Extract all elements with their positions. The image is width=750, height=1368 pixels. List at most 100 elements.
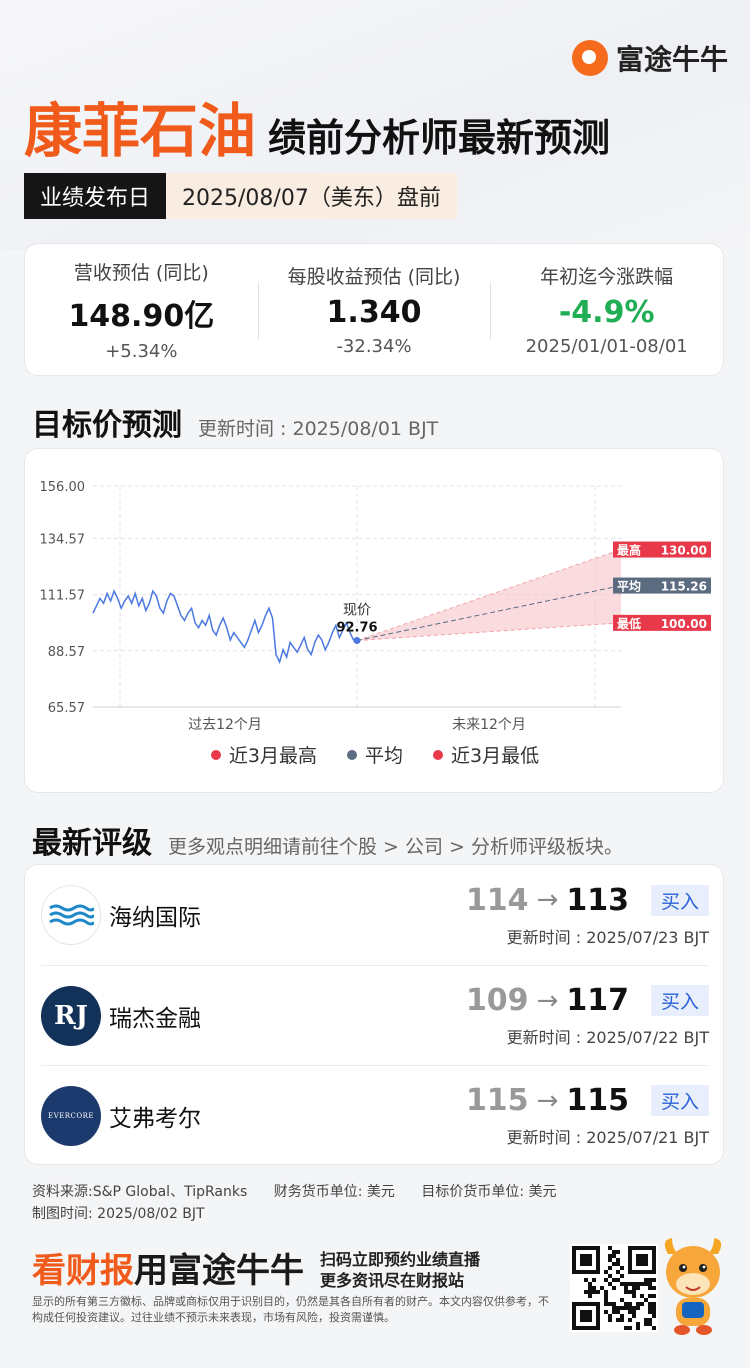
current-price-dot xyxy=(353,637,361,645)
qr-module xyxy=(644,1278,648,1282)
x-label-future: 未来12个月 xyxy=(452,717,526,733)
promo-orange: 看财报 xyxy=(32,1251,134,1291)
qr-module xyxy=(632,1286,636,1290)
qr-module xyxy=(632,1310,636,1314)
target-change: 115 → 115 买入 xyxy=(466,1083,709,1118)
qr-module xyxy=(612,1278,616,1282)
qr-module xyxy=(612,1302,616,1306)
rating-detail: 114 → 113 买入 更新时间 : 2025/07/23 BJT xyxy=(466,883,709,948)
legend-label: 近3月最低 xyxy=(451,745,540,767)
legend-label: 平均 xyxy=(364,745,403,767)
y-tick-label: 88.57 xyxy=(48,645,85,660)
qr-module xyxy=(652,1326,656,1330)
firm-name: 海纳国际 xyxy=(109,905,201,931)
qr-module xyxy=(652,1278,656,1282)
qr-module xyxy=(620,1314,624,1318)
section-title: 最新评级 xyxy=(32,826,152,861)
qr-module xyxy=(624,1302,628,1306)
metric-label: 每股收益预估 (同比) xyxy=(287,266,461,288)
qr-module xyxy=(616,1318,620,1322)
qr-module xyxy=(600,1286,604,1290)
qr-module xyxy=(608,1318,612,1322)
qr-module xyxy=(612,1310,616,1314)
qr-module xyxy=(652,1302,656,1306)
qr-module xyxy=(648,1302,652,1306)
target-price-chart-card: 156.00 134.57 111.57 88.57 65.57 过去12个月 未来12个月… xyxy=(24,448,724,793)
qr-module xyxy=(636,1306,640,1310)
rating-detail: 115 → 115 买入 更新时间 : 2025/07/21 BJT xyxy=(466,1083,709,1148)
footer-made-time: 制图时间: 2025/08/02 BJT xyxy=(32,1206,205,1222)
qr-finder xyxy=(580,1310,592,1322)
qr-module xyxy=(608,1314,612,1318)
qr-module xyxy=(588,1290,592,1294)
qr-module xyxy=(652,1306,656,1310)
qr-module xyxy=(628,1302,632,1306)
new-target: 115 xyxy=(566,1083,629,1118)
qr-module xyxy=(616,1258,620,1262)
x-label-past: 过去12个月 xyxy=(188,717,262,733)
qr-module xyxy=(624,1290,628,1294)
earnings-date-label: 业绩发布日 xyxy=(24,173,167,219)
rating-badge: 买入 xyxy=(650,884,709,916)
qr-module xyxy=(608,1302,612,1306)
qr-module xyxy=(624,1326,628,1330)
arrow-right-icon: → xyxy=(536,885,559,915)
hina-wave-logo-icon xyxy=(41,885,101,945)
legend-item-avg: 平均 xyxy=(346,741,403,768)
qr-module xyxy=(636,1322,640,1326)
qr-module xyxy=(620,1274,624,1278)
qr-module xyxy=(604,1290,608,1294)
qr-module xyxy=(648,1286,652,1290)
rating-update-time: 更新时间 : 2025/07/22 BJT xyxy=(506,1028,709,1047)
ratings-card: 海纳国际 114 → 113 买入 更新时间 : 2025/07/23 BJT … xyxy=(24,864,724,1165)
metric-sub: -32.34% xyxy=(336,336,412,357)
metric-label: 年初迄今涨跌幅 xyxy=(540,266,674,288)
high-tag-value: 130.00 xyxy=(661,544,707,558)
avg-tag-label: 平均 xyxy=(617,579,641,594)
rating-row-hina: 海纳国际 114 → 113 买入 更新时间 : 2025/07/23 BJT xyxy=(41,865,709,965)
qr-module xyxy=(604,1310,608,1314)
qr-module xyxy=(612,1262,616,1266)
qr-code-icon[interactable] xyxy=(570,1244,658,1332)
qr-module xyxy=(632,1282,636,1286)
qr-finder xyxy=(636,1254,648,1266)
qr-module xyxy=(636,1326,640,1330)
qr-module xyxy=(596,1290,600,1294)
qr-module xyxy=(632,1306,636,1310)
y-tick-label: 134.57 xyxy=(40,532,86,547)
metric-sub: 2025/01/01-08/01 xyxy=(525,336,688,357)
futu-logo-icon xyxy=(571,40,608,76)
current-price-label: 现价 xyxy=(343,603,371,619)
qr-module xyxy=(604,1278,608,1282)
qr-module xyxy=(648,1282,652,1286)
qr-module xyxy=(620,1266,624,1270)
qr-module xyxy=(604,1302,608,1306)
current-price-value: 92.76 xyxy=(336,621,377,636)
qr-module xyxy=(624,1286,628,1290)
qr-module xyxy=(612,1254,616,1258)
qr-module xyxy=(632,1294,636,1298)
data-source: 资料来源:S&P Global、TipRanks xyxy=(32,1184,248,1200)
legend-label: 近3月最高 xyxy=(228,745,317,767)
qr-module xyxy=(640,1294,644,1298)
qr-module xyxy=(616,1278,620,1282)
rating-row-rj: RJ 瑞杰金融 109 → 117 买入 更新时间 : 2025/07/22 B… xyxy=(41,965,709,1065)
qr-module xyxy=(616,1270,620,1274)
qr-module xyxy=(648,1310,652,1314)
qr-module xyxy=(620,1306,624,1310)
rating-row-evercore: EVERCORE 艾弗考尔 115 → 115 买入 更新时间 : 2025/0… xyxy=(41,1065,709,1165)
low-tag-label: 最低 xyxy=(617,616,641,631)
metric-ytd: 年初迄今涨跌幅 -4.9% 2025/01/01-08/01 xyxy=(490,244,723,375)
arrow-right-icon: → xyxy=(536,985,559,1016)
qr-module xyxy=(604,1270,608,1274)
logo-text: RJ xyxy=(54,1000,88,1031)
qr-module xyxy=(608,1266,612,1270)
metric-value: 148.90亿 xyxy=(68,298,215,334)
qr-module xyxy=(652,1314,656,1318)
rating-badge: 买入 xyxy=(650,985,709,1016)
target-change: 109 → 117 买入 xyxy=(466,983,709,1018)
qr-module xyxy=(584,1278,588,1282)
old-target: 109 xyxy=(465,983,529,1018)
rating-update-time: 更新时间 : 2025/07/23 BJT xyxy=(506,927,709,947)
qr-module xyxy=(644,1282,648,1286)
